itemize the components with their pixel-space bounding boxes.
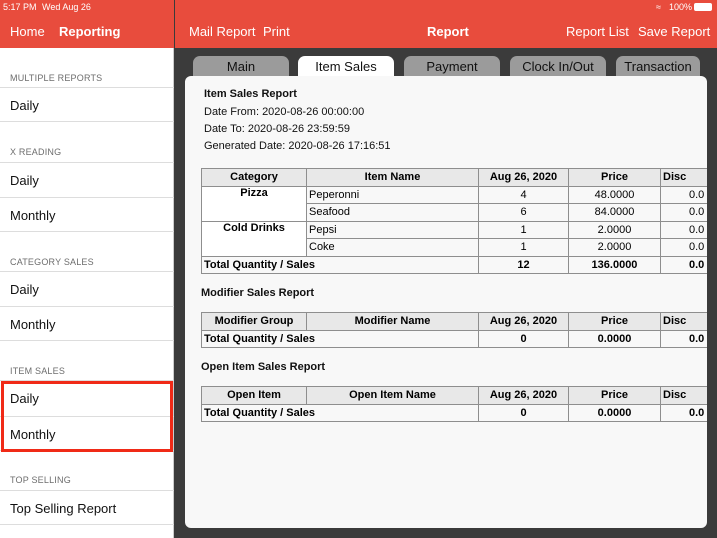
total-label: Total Quantity / Sales — [201, 255, 479, 274]
col-open-item-name: Open Item Name — [306, 386, 479, 405]
sidebar-item-top-selling[interactable]: Top Selling Report — [0, 490, 174, 525]
total-label: Total Quantity / Sales — [201, 403, 479, 422]
col-disc: Disc — [660, 386, 707, 405]
total-row: Total Quantity / Sales 0 0.0000 0.0 — [201, 403, 707, 422]
battery-level: 100% — [669, 2, 693, 12]
date-from: Date From: 2020-08-26 00:00:00 — [204, 106, 365, 118]
open-item-sales-table: Open Item Open Item Name Aug 26, 2020 Pr… — [201, 386, 707, 422]
battery-icon — [694, 3, 712, 11]
section-top-selling: TOP SELLING — [10, 475, 71, 485]
generated-date: Generated Date: 2020-08-26 17:16:51 — [204, 140, 391, 152]
col-price: Price — [568, 386, 661, 405]
tab-payment[interactable]: Payment — [404, 56, 500, 77]
save-report-button[interactable]: Save Report — [638, 24, 710, 39]
total-disc: 0.0 — [660, 255, 707, 274]
sidebar-item-category-monthly[interactable]: Monthly — [0, 306, 174, 341]
report-title: Item Sales Report — [204, 88, 297, 100]
col-disc: Disc — [660, 168, 707, 187]
status-date: Wed Aug 26 — [42, 2, 91, 12]
total-label: Total Quantity / Sales — [201, 329, 479, 348]
item-price: 2.0000 — [568, 220, 661, 239]
print-button[interactable]: Print — [263, 24, 290, 39]
sidebar-item-multiple-daily[interactable]: Daily — [0, 87, 174, 122]
tab-transaction[interactable]: Transaction — [616, 56, 700, 77]
item-price: 48.0000 — [568, 185, 661, 204]
total-price: 0.0000 — [568, 329, 661, 348]
sidebar-header: 5:17 PM Wed Aug 26 Home Reporting — [0, 0, 174, 48]
item-name: Pepsi — [306, 220, 479, 239]
item-name: Coke — [306, 238, 479, 257]
section-item-sales: ITEM SALES — [10, 366, 66, 376]
total-row: Total Quantity / Sales 0 0.0000 0.0 — [201, 329, 707, 348]
item-name: Seafood — [306, 203, 479, 222]
highlight-box — [1, 381, 173, 452]
main-header: ≈ 100% Mail Report Print Report Report L… — [175, 0, 717, 48]
category-cell: Pizza — [201, 185, 307, 222]
total-qty: 0 — [478, 403, 569, 422]
col-date: Aug 26, 2020 — [478, 168, 569, 187]
modifier-title: Modifier Sales Report — [201, 287, 315, 299]
section-x-reading: X READING — [10, 147, 62, 157]
item-price: 84.0000 — [568, 203, 661, 222]
total-price: 136.0000 — [568, 255, 661, 274]
open-item-title: Open Item Sales Report — [201, 361, 326, 373]
mail-report-button[interactable]: Mail Report — [189, 24, 255, 39]
reporting-title: Reporting — [59, 24, 121, 39]
col-modifier-name: Modifier Name — [306, 312, 479, 331]
total-price: 0.0000 — [568, 403, 661, 422]
sidebar-item-x-daily[interactable]: Daily — [0, 162, 174, 197]
section-category-sales: CATEGORY SALES — [10, 257, 94, 267]
col-open-item: Open Item — [201, 386, 307, 405]
item-name: Peperonni — [306, 185, 479, 204]
home-link[interactable]: Home — [10, 24, 45, 39]
tab-clock-in-out[interactable]: Clock In/Out — [510, 56, 606, 77]
item-disc: 0.0 — [660, 238, 707, 257]
item-qty: 1 — [478, 220, 569, 239]
item-price: 2.0000 — [568, 238, 661, 257]
table-header: Modifier Group Modifier Name Aug 26, 202… — [201, 312, 707, 331]
total-qty: 12 — [478, 255, 569, 274]
item-qty: 1 — [478, 238, 569, 257]
item-qty: 4 — [478, 185, 569, 204]
col-date: Aug 26, 2020 — [478, 312, 569, 331]
total-qty: 0 — [478, 329, 569, 348]
tab-main[interactable]: Main — [193, 56, 289, 77]
report-list-button[interactable]: Report List — [566, 24, 629, 39]
page-title: Report — [427, 24, 469, 39]
sidebar-item-x-monthly[interactable]: Monthly — [0, 197, 174, 232]
table-row: Pizza Peperonni 4 48.0000 0.0 — [201, 185, 707, 222]
item-disc: 0.0 — [660, 203, 707, 222]
report-panel: Item Sales Report Date From: 2020-08-26 … — [185, 76, 707, 528]
col-modifier-group: Modifier Group — [201, 312, 307, 331]
wifi-icon: ≈ — [656, 2, 661, 12]
item-qty: 6 — [478, 203, 569, 222]
col-item-name: Item Name — [306, 168, 479, 187]
tab-item-sales[interactable]: Item Sales — [298, 56, 394, 77]
category-cell: Cold Drinks — [201, 220, 307, 257]
sidebar-item-category-daily[interactable]: Daily — [0, 271, 174, 306]
table-header: Open Item Open Item Name Aug 26, 2020 Pr… — [201, 386, 707, 405]
total-disc: 0.0 — [660, 403, 707, 422]
sidebar: MULTIPLE REPORTS Daily X READING Daily M… — [0, 48, 174, 538]
table-header: Category Item Name Aug 26, 2020 Price Di… — [201, 168, 707, 187]
col-disc: Disc — [660, 312, 707, 331]
status-time: 5:17 PM — [3, 2, 37, 12]
col-price: Price — [568, 312, 661, 331]
date-to: Date To: 2020-08-26 23:59:59 — [204, 123, 350, 135]
col-price: Price — [568, 168, 661, 187]
table-row: Cold Drinks Pepsi 1 2.0000 0.0 — [201, 220, 707, 257]
modifier-sales-table: Modifier Group Modifier Name Aug 26, 202… — [201, 312, 707, 348]
item-sales-table: Category Item Name Aug 26, 2020 Price Di… — [201, 168, 707, 274]
section-multiple-reports: MULTIPLE REPORTS — [10, 73, 103, 83]
total-row: Total Quantity / Sales 12 136.0000 0.0 — [201, 255, 707, 274]
item-disc: 0.0 — [660, 220, 707, 239]
col-date: Aug 26, 2020 — [478, 386, 569, 405]
item-disc: 0.0 — [660, 185, 707, 204]
total-disc: 0.0 — [660, 329, 707, 348]
col-category: Category — [201, 168, 307, 187]
